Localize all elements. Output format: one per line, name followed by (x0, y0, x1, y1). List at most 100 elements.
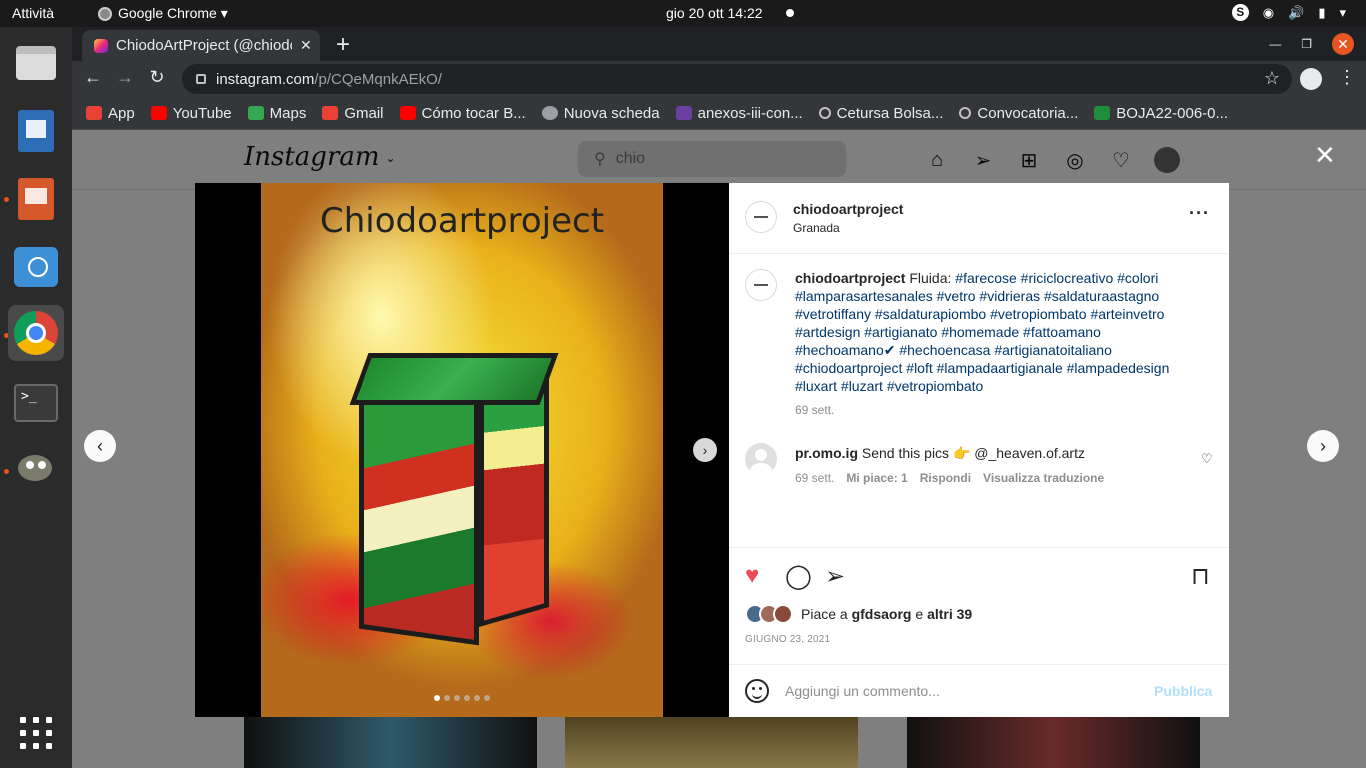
youtube-icon (150, 106, 167, 120)
software-store-icon (14, 247, 58, 287)
profile-avatar[interactable] (1300, 68, 1322, 90)
loading-icon (818, 107, 831, 119)
translate-button[interactable]: Visualizza traduzione (983, 471, 1104, 485)
post-sidebar: chiodoartproject Granada ··· chiodoartpr… (729, 183, 1229, 717)
back-button[interactable]: ← (82, 67, 104, 88)
lock-icon[interactable] (196, 74, 206, 84)
post-location[interactable]: Granada (793, 221, 840, 235)
post-media[interactable]: Chiodoartproject › (195, 183, 729, 717)
comment-like-heart-icon[interactable]: ♡ (1201, 451, 1213, 467)
bookmark-convocatoria[interactable]: Convocatoria... (959, 105, 1078, 122)
next-slide-button[interactable]: › (693, 438, 717, 462)
gmail-icon (322, 106, 339, 120)
bookmark-maps[interactable]: Maps (247, 105, 306, 122)
bookmark-apps[interactable]: App (86, 105, 135, 122)
dock-chrome[interactable] (8, 305, 64, 361)
notification-dot (786, 9, 794, 17)
author-avatar[interactable] (745, 269, 777, 301)
bookmark-boja[interactable]: BOJA22-006-0... (1094, 105, 1228, 122)
chrome-menu-button[interactable]: ⋮ (1338, 67, 1356, 88)
new-post-icon[interactable]: ⊞ (1016, 147, 1042, 173)
comment-bubble-icon[interactable]: ◯ (785, 562, 812, 591)
emoji-smiley-icon[interactable] (745, 679, 769, 703)
previous-post-button[interactable]: ‹ (84, 430, 116, 462)
comment-input[interactable] (785, 679, 1135, 703)
bookmark-gmail[interactable]: Gmail (322, 105, 384, 122)
caption-hashtags[interactable]: #farecose #riciclocreativo #colori #lamp… (795, 270, 1169, 394)
carousel-dot (484, 695, 490, 701)
bookmark-youtube[interactable]: YouTube (150, 105, 232, 122)
dock-gimp[interactable] (8, 441, 64, 497)
activities-button[interactable]: Attività (12, 5, 54, 21)
more-options-icon[interactable]: ··· (1189, 203, 1210, 224)
author-avatar[interactable] (745, 201, 777, 233)
bookmark-star-icon[interactable]: ☆ (1264, 68, 1280, 89)
dock-impress[interactable] (8, 171, 64, 227)
carousel-dots (195, 695, 729, 701)
like-heart-filled-icon[interactable]: ♥ (745, 562, 759, 590)
chrome-small-icon (98, 6, 112, 21)
close-window-button[interactable]: ✕ (1332, 33, 1354, 55)
minimize-button[interactable]: — (1269, 37, 1281, 51)
author-username[interactable]: chiodoartproject (793, 201, 903, 217)
share-paper-plane-icon[interactable]: ➢ (825, 562, 845, 591)
publish-button[interactable]: Pubblica (1154, 683, 1212, 699)
liked-by-user[interactable]: gfdsaorg (852, 606, 912, 622)
maps-icon (247, 106, 264, 120)
activity-heart-icon[interactable]: ♡ (1108, 147, 1134, 173)
liked-by: Piace a gfdsaorg e altri 39 (745, 604, 972, 624)
comment-likes[interactable]: Mi piace: 1 (846, 471, 907, 485)
caption-text: chiodoartproject Fluida: #farecose #rici… (795, 269, 1185, 395)
search-value: chio (615, 150, 646, 167)
apps-grid-icon (86, 106, 102, 120)
stained-glass-lamp (319, 353, 559, 646)
bookmark-anexos[interactable]: anexos-iii-con... (675, 105, 803, 122)
maximize-button[interactable]: ❐ (1301, 37, 1312, 51)
new-tab-button[interactable]: + (332, 31, 354, 59)
profile-avatar[interactable] (1154, 147, 1180, 173)
app-menu[interactable]: Google Chrome ▾ (98, 5, 228, 22)
bookmark-cetursa[interactable]: Cetursa Bolsa... (818, 105, 943, 122)
battery-icon: ▮ (1318, 4, 1326, 20)
grid-thumbnail[interactable] (244, 710, 537, 768)
home-icon[interactable]: ⌂ (924, 147, 950, 173)
comment-time[interactable]: 69 sett. (795, 471, 834, 485)
search-input[interactable]: ⚲ chio (578, 141, 846, 177)
next-post-button[interactable]: › (1307, 430, 1339, 462)
caption-time[interactable]: 69 sett. (795, 403, 834, 417)
tab-close-icon[interactable]: ✕ (300, 37, 312, 54)
bookmark-nuova-scheda[interactable]: Nuova scheda (541, 105, 660, 122)
dock-software[interactable] (8, 239, 64, 295)
clock[interactable]: gio 20 ott 14:22 (666, 5, 763, 21)
dock: >_ (0, 27, 72, 768)
comment-text: pr.omo.ig Send this pics 👉 @_heaven.of.a… (795, 445, 1085, 462)
search-icon: ⚲ (594, 151, 606, 168)
add-comment-bar: Pubblica (729, 664, 1229, 717)
caption-username[interactable]: chiodoartproject (795, 270, 905, 286)
save-bookmark-icon[interactable]: ⊓ (1191, 562, 1210, 591)
post-date[interactable]: GIUGNO 23, 2021 (745, 634, 830, 645)
grid-thumbnail[interactable] (907, 710, 1200, 768)
direct-icon[interactable]: ➢ (970, 147, 996, 173)
tab-strip: ChiodoArtProject (@chiodoartproject) ✕ +… (72, 27, 1366, 61)
reply-button[interactable]: Rispondi (920, 471, 971, 485)
forward-button[interactable]: → (114, 67, 136, 88)
commenter-avatar[interactable] (745, 443, 777, 475)
tab-instagram[interactable]: ChiodoArtProject (@chiodoartproject) ✕ (82, 30, 320, 61)
dock-writer[interactable] (8, 103, 64, 159)
skype-tray-icon[interactable]: S (1231, 4, 1249, 21)
address-bar[interactable]: instagram.com/p/CQeMqnkAEkO/ ☆ (182, 64, 1292, 94)
instagram-logo[interactable]: Instagram ⌄ (244, 142, 396, 172)
carousel-dot (474, 695, 480, 701)
explore-icon[interactable]: ◎ (1062, 147, 1088, 173)
dock-files[interactable] (8, 35, 64, 91)
comment-username[interactable]: pr.omo.ig (795, 445, 858, 461)
bookmark-como-tocar[interactable]: Cómo tocar B... (399, 105, 526, 122)
grid-thumbnail[interactable] (565, 710, 858, 768)
system-tray[interactable]: S ◉ 🔊 ▮ ▾ (1231, 4, 1346, 21)
reload-button[interactable]: ↻ (146, 67, 168, 88)
dock-terminal[interactable]: >_ (8, 375, 64, 431)
liked-by-others[interactable]: altri 39 (927, 606, 972, 622)
close-modal-button[interactable]: ✕ (1314, 140, 1336, 171)
show-apps-button[interactable] (20, 717, 52, 749)
